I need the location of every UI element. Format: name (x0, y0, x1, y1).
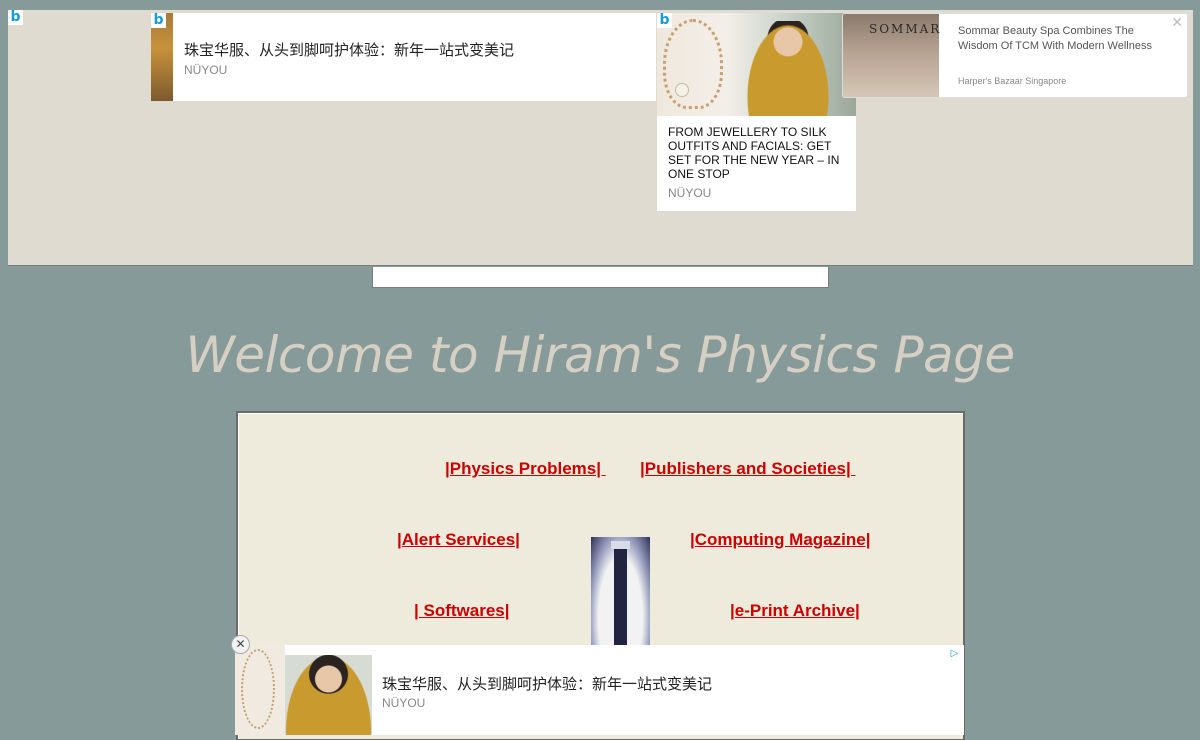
bottom-ad-model-image (285, 655, 372, 735)
card-ad-image (657, 13, 856, 116)
necklace-image (241, 649, 275, 729)
side-ad[interactable]: SOMMAR Sommar Beauty Spa Combines The Wi… (842, 13, 1188, 98)
necklace-image (663, 19, 723, 109)
card-ad-title[interactable]: FROM JEWELLERY TO SILK OUTFITS AND FACIA… (668, 125, 848, 181)
link-e-print-archive[interactable]: |e-Print Archive| (730, 601, 860, 621)
banner-ad-title[interactable]: 珠宝华服、从头到脚呵护体验：新年一站式变美记 (184, 39, 514, 60)
bottom-ad[interactable]: 珠宝华服、从头到脚呵护体验：新年一站式变美记 NÜYOU ▷ (235, 645, 964, 735)
link-softwares[interactable]: | Softwares| (414, 601, 509, 621)
side-ad-title[interactable]: Sommar Beauty Spa Combines The Wisdom Of… (958, 24, 1158, 54)
ad-provider-logo-icon[interactable]: b (657, 13, 672, 28)
tower-shaft (614, 543, 627, 645)
page-title: Welcome to Hiram's Physics Page (185, 326, 1015, 384)
pearl-image (675, 83, 689, 97)
close-icon[interactable]: ✕ (1171, 14, 1183, 31)
card-ad-source: NÜYOU (668, 186, 712, 200)
close-ad-button[interactable]: ✕ (231, 635, 250, 654)
ad-placeholder-strip (372, 267, 829, 288)
link-computing-magazine[interactable]: |Computing Magazine| (690, 530, 870, 550)
banner-ad[interactable]: b 珠宝华服、从头到脚呵护体验：新年一站式变美记 NÜYOU (151, 13, 656, 101)
side-ad-source: Harper's Bazaar Singapore (958, 76, 1067, 86)
side-ad-image: SOMMAR (843, 14, 942, 97)
link-publishers-and-societies[interactable]: |Publishers and Societies| (640, 459, 855, 479)
banner-ad-source: NÜYOU (184, 63, 228, 77)
link-physics-problems[interactable]: |Physics Problems| (445, 459, 606, 479)
tower-cap (611, 541, 630, 549)
bottom-ad-source: NÜYOU (382, 696, 426, 710)
side-ad-brand: SOMMAR (869, 22, 942, 36)
tower-image (591, 537, 650, 645)
link-alert-services[interactable]: |Alert Services| (397, 530, 520, 550)
ad-provider-logo-icon[interactable]: b (151, 13, 166, 28)
bottom-ad-jewel-image (235, 645, 285, 735)
adchoices-icon[interactable]: ▷ (949, 648, 960, 659)
card-ad[interactable]: b FROM JEWELLERY TO SILK OUTFITS AND FAC… (657, 13, 856, 211)
bottom-ad-title[interactable]: 珠宝华服、从头到脚呵护体验：新年一站式变美记 (382, 673, 712, 694)
ad-provider-logo-icon[interactable]: b (8, 10, 23, 25)
model-image (745, 21, 831, 116)
